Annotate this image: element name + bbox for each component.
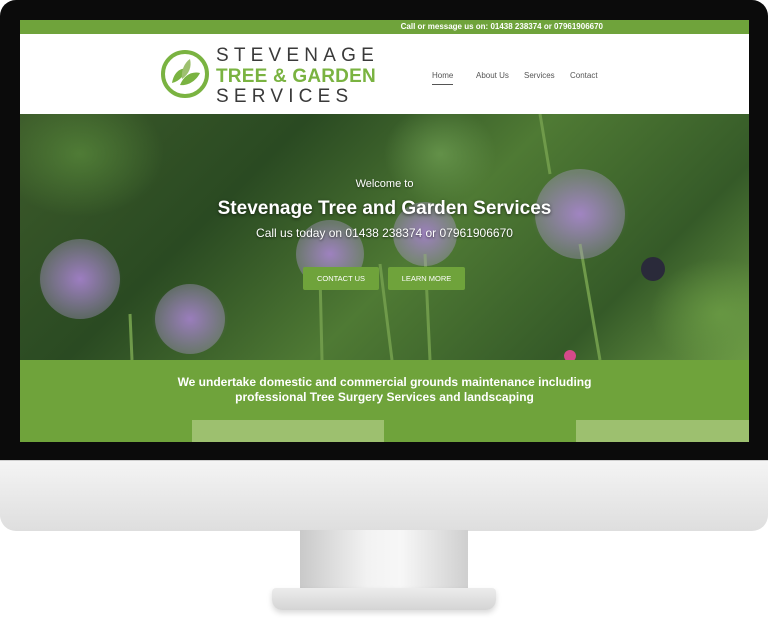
feature-tile-2[interactable] [192, 420, 384, 442]
logo-line-stevenage: STEVENAGE [216, 45, 379, 66]
nav-item-about-us[interactable]: About Us [476, 71, 509, 84]
hero-banner: Welcome to Stevenage Tree and Garden Ser… [20, 114, 749, 360]
feature-tile-3[interactable] [384, 420, 576, 442]
logo-line-services: SERVICES [216, 86, 354, 107]
monitor-stand-neck [300, 530, 468, 592]
feature-tile-4[interactable] [576, 420, 749, 442]
hero-welcome-text: Welcome to [355, 178, 414, 190]
site-header: STEVENAGE TREE & GARDEN SERVICES Home Ab… [20, 34, 749, 114]
nav-item-services[interactable]: Services [524, 71, 555, 84]
monitor-chin [0, 460, 768, 531]
contact-topbar: Call or message us on: 01438 238374 or 0… [20, 20, 749, 34]
logo-wordmark[interactable]: STEVENAGE TREE & GARDEN SERVICES [216, 46, 406, 107]
website-screen: Call or message us on: 01438 238374 or 0… [20, 20, 749, 442]
hero-subtitle: Call us today on 01438 238374 or 0796190… [256, 226, 513, 240]
services-intro-line-2: professional Tree Surgery Services and l… [235, 390, 534, 404]
learn-more-button[interactable]: LEARN MORE [388, 267, 465, 290]
services-intro-band: We undertake domestic and commercial gro… [20, 360, 749, 420]
hero-title: Stevenage Tree and Garden Services [217, 198, 552, 219]
services-intro-text: We undertake domestic and commercial gro… [20, 375, 749, 405]
topbar-contact-text: Call or message us on: 01438 238374 or 0… [400, 22, 603, 31]
nav-item-home[interactable]: Home [432, 71, 454, 85]
feature-tile-1[interactable] [20, 420, 192, 442]
leaf-logo-icon[interactable] [160, 49, 210, 99]
nav-item-contact[interactable]: Contact [570, 71, 598, 84]
services-intro-line-1: We undertake domestic and commercial gro… [177, 375, 592, 389]
feature-tiles-row [20, 420, 749, 442]
monitor-stand-base [272, 588, 496, 610]
contact-us-button[interactable]: CONTACT US [303, 267, 379, 290]
logo-line-tree-garden: TREE & GARDEN [216, 66, 376, 87]
